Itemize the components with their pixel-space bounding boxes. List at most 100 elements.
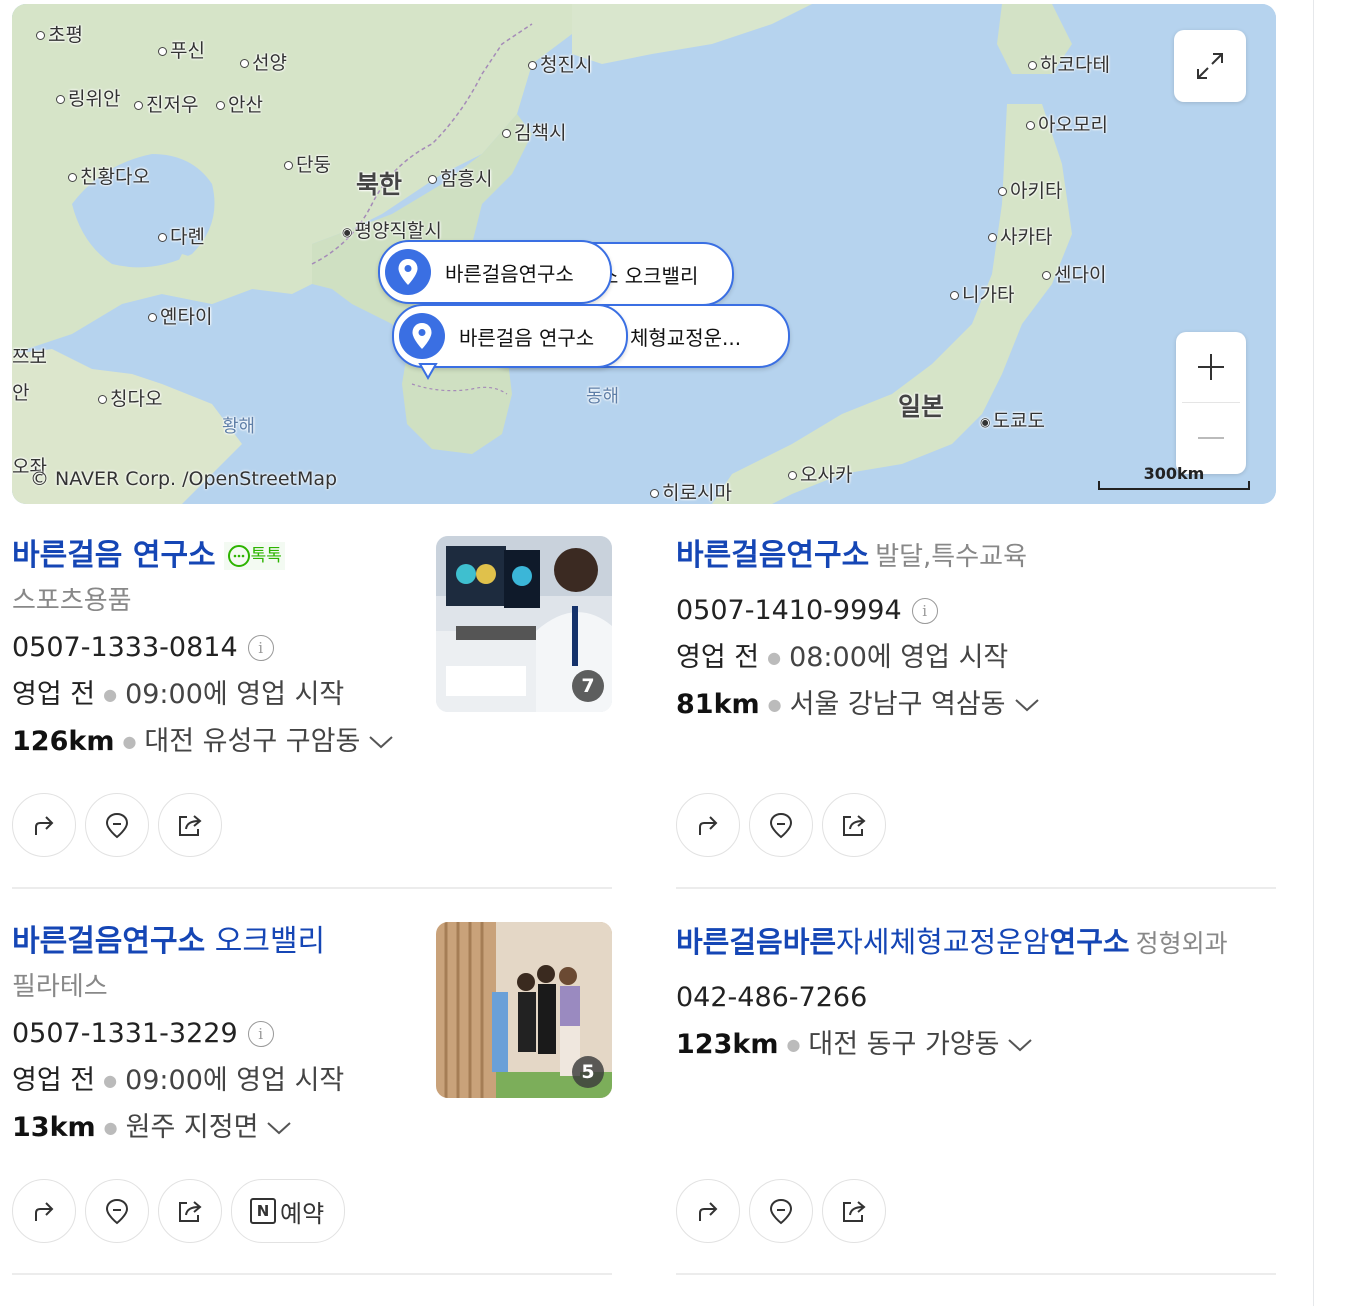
- map-scale: 300km: [1098, 464, 1250, 490]
- info-icon[interactable]: i: [247, 635, 274, 661]
- chevron-down-icon[interactable]: [1007, 1037, 1033, 1053]
- share-button[interactable]: [822, 793, 886, 857]
- place-photo[interactable]: 7: [436, 536, 612, 712]
- share-icon: [179, 1201, 202, 1222]
- map-label-sea: 황해: [222, 416, 256, 437]
- share-button[interactable]: [158, 1179, 222, 1243]
- place-address[interactable]: 서울 강남구 역삼동: [790, 687, 1006, 723]
- place-name-part[interactable]: 자세체형교정운암: [836, 925, 1049, 959]
- location-pin-icon: [385, 249, 431, 295]
- zoom-out-button[interactable]: [1176, 403, 1246, 473]
- share-icon: [843, 815, 866, 836]
- divider: [676, 887, 1276, 889]
- map-copyright: © NAVER Corp. /OpenStreetMap: [30, 468, 338, 490]
- chevron-down-icon[interactable]: [266, 1120, 292, 1136]
- directions-icon: [699, 816, 718, 835]
- place-card[interactable]: 바른걸음연구소 오크밸리 필라테스 0507-1331-3229 i 영업 전 ● 0…: [12, 922, 344, 1146]
- divider: [12, 887, 612, 889]
- chevron-down-icon[interactable]: [368, 734, 394, 750]
- place-distance: 126km: [12, 726, 115, 757]
- place-category: 정형외과: [1135, 929, 1228, 958]
- place-address[interactable]: 원주 지정면: [126, 1110, 259, 1146]
- place-status: 영업 전: [12, 679, 96, 710]
- place-card[interactable]: 바른걸음연구소 발달,특수교육 0507-1410-9994 i 영업 전 ● 08:0…: [676, 536, 1040, 723]
- place-distance: 81km: [676, 689, 760, 720]
- share-icon: [843, 1201, 866, 1222]
- map-label: 히로시마: [650, 484, 732, 503]
- directions-button[interactable]: [12, 793, 76, 857]
- place-name-part[interactable]: 바른걸음바른: [676, 925, 836, 959]
- directions-button[interactable]: [12, 1179, 76, 1243]
- place-address[interactable]: 대전 동구 가양동: [808, 1027, 999, 1063]
- place-actions: N 예약: [12, 1179, 346, 1243]
- map-label: 함흥시: [428, 170, 492, 189]
- location-pin-icon: [399, 313, 445, 359]
- save-button[interactable]: [749, 1179, 813, 1243]
- talktalk-label: 톡톡: [250, 546, 282, 566]
- map-pin-label: 바른걸음연구소: [445, 261, 574, 286]
- divider: [676, 1273, 1276, 1275]
- expand-button[interactable]: [1174, 30, 1246, 102]
- place-name-suffix[interactable]: 오크밸리: [215, 924, 325, 959]
- place-address[interactable]: 대전 유성구 구암동: [144, 724, 360, 760]
- zoom-controls: [1176, 332, 1246, 474]
- directions-button[interactable]: [676, 1179, 740, 1243]
- place-name[interactable]: 바른걸음연구소: [12, 924, 205, 959]
- zoom-in-button[interactable]: [1176, 332, 1246, 402]
- save-pin-icon: [769, 812, 793, 839]
- place-phone[interactable]: 042-486-7266: [676, 980, 867, 1016]
- map-label: 하코다테: [1028, 56, 1110, 75]
- info-icon[interactable]: i: [247, 1021, 274, 1047]
- save-button[interactable]: [85, 793, 149, 857]
- place-name[interactable]: 바른걸음연구소: [676, 538, 869, 573]
- share-icon: [179, 815, 202, 836]
- map-label: 쯔보: [12, 346, 47, 368]
- place-name[interactable]: 바른걸음 연구소: [12, 536, 216, 576]
- minus-icon: [1198, 437, 1224, 439]
- directions-icon: [35, 1202, 54, 1221]
- map-pin[interactable]: 바른걸음연구소: [378, 240, 612, 304]
- share-button[interactable]: [158, 793, 222, 857]
- photo-count: 7: [572, 670, 604, 702]
- page-edge: [1313, 0, 1314, 1306]
- share-button[interactable]: [822, 1179, 886, 1243]
- expand-icon: [1197, 53, 1223, 79]
- place-actions: [676, 793, 886, 857]
- place-actions: [12, 793, 222, 857]
- save-button[interactable]: [749, 793, 813, 857]
- map-label: 니가타: [950, 286, 1014, 305]
- directions-button[interactable]: [676, 793, 740, 857]
- map-label: 옌타이: [148, 308, 212, 327]
- save-pin-icon: [105, 1198, 129, 1225]
- place-category: 스포츠용품: [12, 586, 132, 616]
- place-phone[interactable]: 0507-1333-0814: [12, 630, 238, 666]
- talktalk-badge[interactable]: 톡톡: [223, 542, 285, 570]
- photo-count: 5: [572, 1056, 604, 1088]
- map-label: 센다이: [1042, 266, 1106, 285]
- talktalk-icon: [227, 545, 250, 567]
- place-card[interactable]: 바른걸음바른자세체형교정운암연구소 정형외과 042-486-7266 123km…: [676, 922, 1228, 1063]
- place-name-part[interactable]: 연구소: [1050, 925, 1130, 959]
- place-status: 영업 전: [12, 1065, 96, 1096]
- info-icon[interactable]: i: [911, 598, 938, 624]
- naver-booking-icon: N: [250, 1198, 276, 1224]
- map[interactable]: 초평 푸신 선양 링위안 진저우 안산 청진시 하코다테 아오모리 김책시 단둥…: [12, 4, 1276, 504]
- map-label: 오사카: [788, 466, 852, 485]
- place-phone[interactable]: 0507-1410-9994: [676, 593, 902, 629]
- map-pin[interactable]: 바른걸음 연구소: [392, 304, 628, 368]
- map-pin-label: 체형교정운...: [630, 325, 742, 350]
- place-photo[interactable]: 5: [436, 922, 612, 1098]
- save-pin-icon: [105, 812, 129, 839]
- place-hours: 09:00에 영업 시작: [125, 679, 345, 710]
- map-label: 김책시: [502, 124, 566, 143]
- place-card[interactable]: 바른걸음 연구소 톡톡 스포츠용품 0507-1333-0814 i 영업 전 ● 0…: [12, 536, 394, 760]
- map-label-capital: 도쿄도: [980, 412, 1044, 431]
- save-button[interactable]: [85, 1179, 149, 1243]
- place-phone[interactable]: 0507-1331-3229: [12, 1016, 238, 1052]
- place-distance: 123km: [676, 1029, 779, 1060]
- chevron-down-icon[interactable]: [1014, 697, 1040, 713]
- place-hours: 08:00에 영업 시작: [789, 642, 1009, 673]
- map-label: 단둥: [284, 156, 331, 175]
- map-label: 링위안: [56, 90, 120, 109]
- reserve-button[interactable]: N 예약: [231, 1179, 346, 1243]
